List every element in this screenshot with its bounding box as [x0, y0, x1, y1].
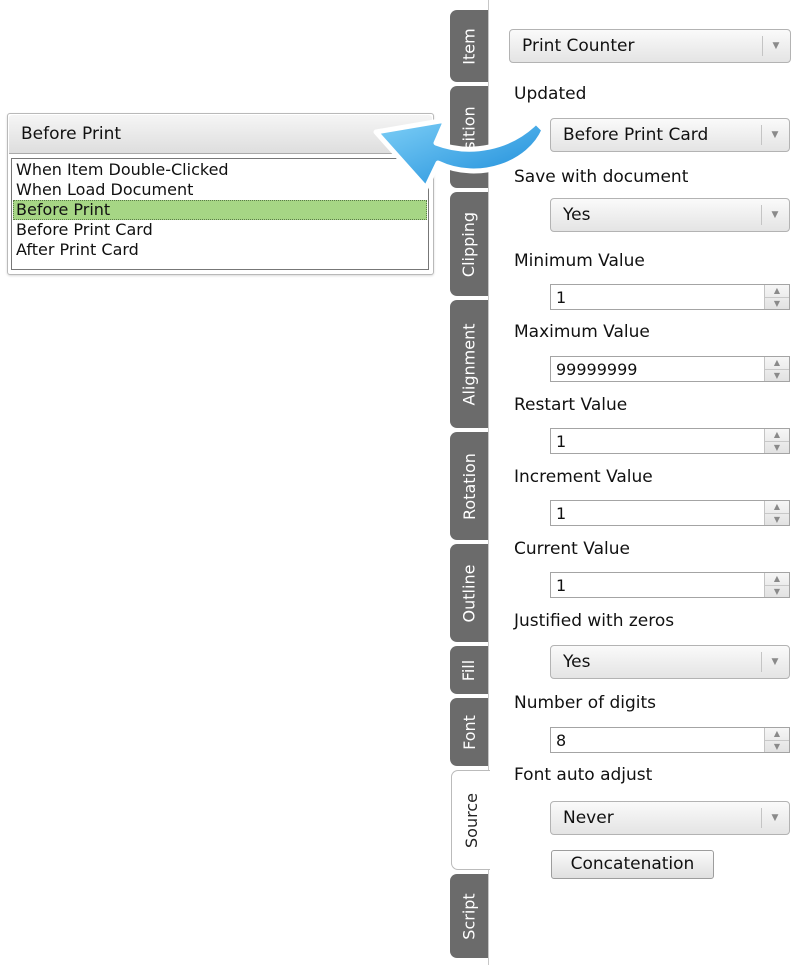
spin-up-icon[interactable]: ▲ — [765, 357, 789, 370]
tab-script[interactable]: Script — [450, 874, 488, 958]
save-with-document-select[interactable]: Yes ▼ — [550, 198, 790, 232]
chevron-down-icon: ▼ — [771, 813, 779, 823]
restart-value-label: Restart Value — [514, 395, 628, 415]
tab-source[interactable]: Source — [451, 770, 490, 870]
spin-up-icon[interactable]: ▲ — [765, 429, 789, 442]
tab-label: Item — [459, 27, 479, 65]
minimum-value-spinbox[interactable]: 1 ▲ ▼ — [550, 284, 790, 310]
spinbox-value: 8 — [556, 731, 567, 750]
curved-arrow-icon — [373, 117, 547, 191]
tab-label: Clipping — [459, 211, 479, 277]
tab-item[interactable]: Item — [450, 10, 488, 82]
chevron-down-icon: ▼ — [771, 210, 779, 220]
font-auto-adjust-label: Font auto adjust — [514, 765, 653, 785]
spin-down-icon[interactable]: ▼ — [765, 514, 789, 526]
number-of-digits-label: Number of digits — [514, 693, 657, 713]
spin-buttons: ▲ ▼ — [764, 501, 789, 525]
justified-with-zeros-label: Justified with zeros — [514, 611, 675, 631]
tab-label: Fill — [459, 659, 479, 681]
spin-up-icon[interactable]: ▲ — [765, 573, 789, 586]
popup-option-selected[interactable]: Before Print — [13, 200, 427, 220]
chevron-down-icon: ▼ — [772, 41, 780, 51]
spinbox-value: 1 — [556, 432, 567, 451]
tab-label: Script — [459, 892, 479, 940]
popup-option[interactable]: After Print Card — [13, 240, 427, 260]
updated-label: Updated — [514, 84, 587, 104]
chevron-down-icon: ▼ — [771, 657, 779, 667]
tab-font[interactable]: Font — [450, 698, 488, 766]
spin-buttons: ▲ ▼ — [764, 728, 789, 752]
tab-label: Outline — [459, 564, 479, 622]
source-type-select[interactable]: Print Counter ▼ — [509, 29, 791, 63]
number-of-digits-spinbox[interactable]: 8 ▲ ▼ — [550, 727, 790, 753]
increment-value-label: Increment Value — [514, 467, 653, 487]
select-separator — [762, 36, 763, 56]
spin-up-icon[interactable]: ▲ — [765, 501, 789, 514]
select-value: Before Print Card — [563, 125, 709, 145]
updated-select[interactable]: Before Print Card ▼ — [550, 118, 790, 152]
spinbox-value: 1 — [556, 288, 567, 307]
popup-option[interactable]: Before Print Card — [13, 220, 427, 240]
spinbox-value: 1 — [556, 504, 567, 523]
spin-buttons: ▲ ▼ — [764, 357, 789, 381]
select-value: Never — [563, 808, 614, 828]
tab-outline[interactable]: Outline — [450, 544, 488, 642]
chevron-down-icon: ▼ — [771, 130, 779, 140]
spin-down-icon[interactable]: ▼ — [765, 298, 789, 310]
tab-label: Rotation — [459, 452, 479, 520]
spin-buttons: ▲ ▼ — [764, 429, 789, 453]
tab-label: Font — [459, 714, 479, 750]
select-value: Print Counter — [522, 36, 635, 56]
tab-label: Source — [461, 792, 481, 848]
select-separator — [761, 808, 762, 828]
minimum-value-label: Minimum Value — [514, 251, 645, 271]
tab-alignment[interactable]: Alignment — [450, 300, 488, 428]
current-value-label: Current Value — [514, 539, 630, 559]
spinbox-value: 1 — [556, 576, 567, 595]
select-value: Yes — [563, 205, 591, 225]
justified-with-zeros-select[interactable]: Yes ▼ — [550, 645, 790, 679]
spin-down-icon[interactable]: ▼ — [765, 370, 789, 382]
maximum-value-label: Maximum Value — [514, 322, 650, 342]
tab-clipping[interactable]: Clipping — [450, 192, 488, 296]
font-auto-adjust-select[interactable]: Never ▼ — [550, 801, 790, 835]
select-value: Yes — [563, 652, 591, 672]
tab-label: Alignment — [459, 323, 479, 405]
current-value-spinbox[interactable]: 1 ▲ ▼ — [550, 572, 790, 598]
spin-up-icon[interactable]: ▲ — [765, 285, 789, 298]
select-separator — [761, 125, 762, 145]
spin-buttons: ▲ ▼ — [764, 573, 789, 597]
spin-down-icon[interactable]: ▼ — [765, 442, 789, 454]
spin-down-icon[interactable]: ▼ — [765, 586, 789, 598]
select-separator — [761, 205, 762, 225]
restart-value-spinbox[interactable]: 1 ▲ ▼ — [550, 428, 790, 454]
spin-down-icon[interactable]: ▼ — [765, 741, 789, 753]
spin-up-icon[interactable]: ▲ — [765, 728, 789, 741]
maximum-value-spinbox[interactable]: 99999999 ▲ ▼ — [550, 356, 790, 382]
tab-fill[interactable]: Fill — [450, 646, 488, 694]
tab-rotation[interactable]: Rotation — [450, 432, 488, 540]
concatenation-button[interactable]: Concatenation — [551, 850, 714, 879]
increment-value-spinbox[interactable]: 1 ▲ ▼ — [550, 500, 790, 526]
select-separator — [761, 652, 762, 672]
spin-buttons: ▲ ▼ — [764, 285, 789, 309]
spinbox-value: 99999999 — [556, 360, 638, 379]
